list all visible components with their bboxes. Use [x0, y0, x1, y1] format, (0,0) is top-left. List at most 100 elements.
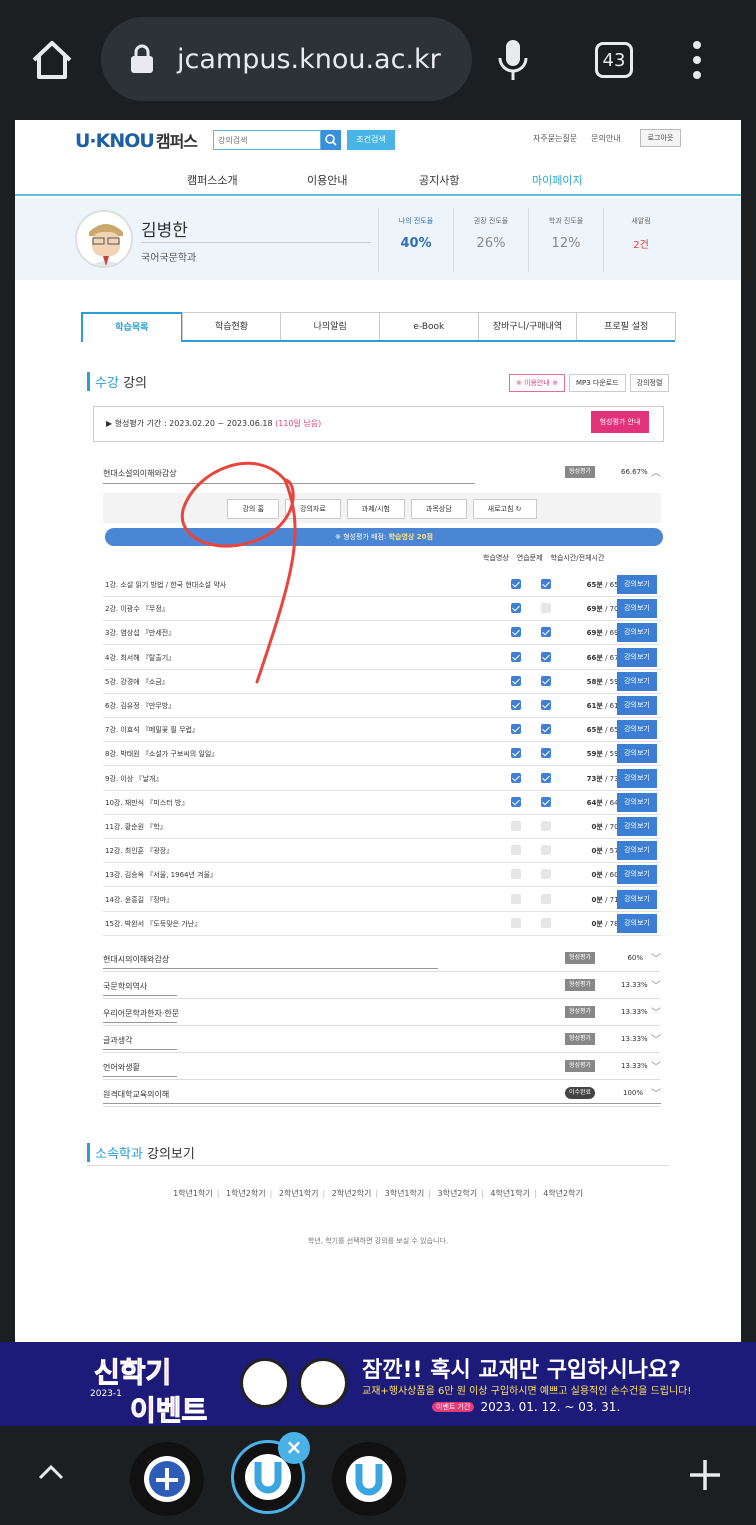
watch-lecture-button[interactable]: 강의보기 [617, 720, 657, 740]
chevron-down-icon[interactable]: ﹀ [651, 1085, 661, 1100]
course-row[interactable]: 우리어문학과한자·한문 형성평가 13.33% ﹀ [103, 1000, 661, 1026]
profile-name: 김병한 [141, 221, 188, 241]
chevron-up-icon[interactable] [36, 1462, 66, 1482]
course-row[interactable]: 국문학의역사 형성평가 13.33% ﹀ [103, 973, 661, 999]
microphone-icon[interactable] [496, 38, 530, 82]
course-row[interactable]: 글과생각 형성평가 13.33% ﹀ [103, 1027, 661, 1053]
lecture-title: 12강. 최인훈 『광장』 [105, 847, 174, 856]
nav-mypage[interactable]: 마이페이지 [532, 172, 583, 188]
watch-lecture-button[interactable]: 강의보기 [617, 841, 657, 861]
tab-ebook[interactable]: e-Book [379, 312, 479, 340]
tab-my-alerts[interactable]: 나의알림 [280, 312, 381, 340]
close-tab-icon[interactable]: × [278, 1432, 310, 1464]
top-links: 자주묻는질문 문의안내 [533, 133, 635, 144]
course-counsel-button[interactable]: 과목상담 [410, 499, 467, 519]
mp3-download-button[interactable]: MP3 다운로드 [568, 374, 626, 392]
year-link[interactable]: 4학년2학기 [543, 1189, 583, 1198]
chevron-down-icon[interactable]: ﹀ [651, 977, 661, 992]
chevron-down-icon[interactable]: ﹀ [651, 1058, 661, 1073]
watch-lecture-button[interactable]: 강의보기 [617, 671, 657, 691]
quiz-check-icon [541, 917, 551, 928]
video-check-icon [511, 772, 521, 783]
year-link[interactable]: 2학년2학기 [332, 1189, 372, 1198]
handkerchief-image [298, 1358, 348, 1408]
video-check-icon [511, 724, 521, 735]
new-tab-icon[interactable] [688, 1458, 722, 1492]
home-icon[interactable] [30, 38, 74, 82]
more-menu-icon[interactable] [688, 40, 706, 80]
logout-button[interactable]: 로그아웃 [640, 129, 681, 147]
watch-lecture-button[interactable]: 강의보기 [617, 647, 657, 667]
lecture-title: 3강. 염상섭 『만세전』 [105, 629, 176, 638]
lecture-title: 2강. 이광수 『무정』 [105, 605, 169, 614]
profile-department: 국어국문학과 [141, 242, 371, 264]
search-icon [325, 134, 337, 146]
video-check-icon [511, 651, 521, 662]
mypage-tabs: 학습목록 학습현황 나의알림 e-Book 장바구니/구매내역 프로필 설정 [81, 312, 677, 342]
stat-new-alerts[interactable]: 새알림 2건 [603, 208, 678, 272]
nav-guide[interactable]: 이용안내 [307, 172, 347, 188]
inquiry-link[interactable]: 문의안내 [591, 134, 620, 143]
watch-lecture-button[interactable]: 강의보기 [617, 913, 657, 933]
year-link[interactable]: 2학년1학기 [279, 1189, 319, 1198]
search-button[interactable] [321, 130, 341, 150]
chevron-down-icon[interactable]: ﹀ [651, 1031, 661, 1046]
watch-lecture-button[interactable]: 강의보기 [617, 792, 657, 812]
search-input[interactable] [213, 130, 321, 150]
site-logo[interactable]: U·KNOU 캠퍼스 [75, 128, 198, 152]
tab-switcher-button[interactable]: 43 [595, 42, 633, 78]
lecture-row: 11강. 황순원 『학』 0분 / 70분 강의보기 [103, 815, 661, 839]
lecture-title: 15강. 박완서 『도둑맞은 가난』 [105, 919, 202, 928]
year-link[interactable]: 1학년2학기 [226, 1189, 266, 1198]
chevron-up-icon[interactable]: ︿ [651, 464, 661, 479]
sort-button[interactable]: 강의정렬 [629, 374, 670, 392]
nav-notice[interactable]: 공지사항 [419, 172, 459, 188]
divider [87, 1165, 669, 1166]
tab-thumbnail[interactable] [332, 1442, 406, 1516]
tab-study-list[interactable]: 학습목록 [81, 312, 183, 342]
quiz-check-icon [541, 796, 551, 807]
url-bar[interactable]: jcampus.knou.ac.kr [101, 17, 472, 101]
watch-lecture-button[interactable]: 강의보기 [617, 768, 657, 788]
svg-text:신학기: 신학기 [94, 1356, 171, 1389]
usage-guide-button[interactable]: ※ 이용안내 ※ [509, 374, 565, 392]
watch-lecture-button[interactable]: 강의보기 [617, 599, 657, 619]
watch-lecture-button[interactable]: 강의보기 [617, 696, 657, 715]
event-banner[interactable]: 신학기 2023-1 이벤트 잠깐!! 혹시 교재만 구입하시나요? 교재+행사… [0, 1342, 756, 1426]
year-link[interactable]: 4학년1학기 [490, 1189, 530, 1198]
watch-lecture-button[interactable]: 강의보기 [617, 575, 657, 594]
tab-profile-settings[interactable]: 프로필 설정 [576, 312, 677, 340]
lecture-row: 14강. 윤흥길 『장마』 0분 / 71분 강의보기 [103, 888, 661, 912]
course-row[interactable]: 언어와생활 형성평가 13.33% ﹀ [103, 1054, 661, 1080]
avatar [75, 210, 133, 268]
lecture-row: 9강. 이상 『날개』 73분 / 73분 강의보기 [103, 767, 661, 791]
course-row[interactable]: 현대시의이해와감상 형성평가 60% ﹀ [103, 946, 661, 972]
tab-cart[interactable]: 장바구니/구매내역 [477, 312, 578, 340]
watch-lecture-button[interactable]: 강의보기 [617, 817, 657, 836]
chevron-down-icon[interactable]: ﹀ [651, 1004, 661, 1019]
watch-lecture-button[interactable]: 강의보기 [617, 744, 657, 764]
lecture-title: 9강. 이상 『날개』 [105, 774, 163, 783]
faq-link[interactable]: 자주묻는질문 [533, 134, 577, 143]
year-link[interactable]: 1학년1학기 [173, 1189, 213, 1198]
tab-thumbnail[interactable] [130, 1442, 204, 1516]
chevron-down-icon[interactable]: ﹀ [651, 950, 661, 965]
course-percent: 13.33% [621, 1062, 648, 1070]
course-name: 우리어문학과한자·한문 [103, 1009, 180, 1018]
progress-stats: 나의 진도율 40% 권장 진도율 26% 학과 진도율 12% 새알림 2건 [378, 208, 678, 272]
nav-campus-intro[interactable]: 캠퍼스소개 [187, 172, 238, 188]
watch-lecture-button[interactable]: 강의보기 [617, 623, 657, 643]
year-link[interactable]: 3학년2학기 [438, 1189, 478, 1198]
assessment-guide-button[interactable]: 형성평가 안내 [591, 411, 649, 433]
assignment-exam-button[interactable]: 과제/시험 [346, 499, 405, 519]
watch-lecture-button[interactable]: 강의보기 [617, 889, 657, 909]
quiz-check-icon [541, 772, 551, 783]
refresh-button[interactable]: 새로고침 ↻ [472, 499, 537, 519]
course-row[interactable]: 원격대학교육의이해 이수완료 100% ﹀ [103, 1081, 661, 1107]
condition-search-button[interactable]: 조건검색 [347, 130, 395, 150]
lecture-row: 12강. 최인훈 『광장』 0분 / 57분 강의보기 [103, 839, 661, 864]
watch-lecture-button[interactable]: 강의보기 [617, 865, 657, 885]
tab-study-status[interactable]: 학습현황 [181, 312, 282, 340]
year-link[interactable]: 3학년1학기 [385, 1189, 425, 1198]
video-check-icon [511, 917, 521, 928]
